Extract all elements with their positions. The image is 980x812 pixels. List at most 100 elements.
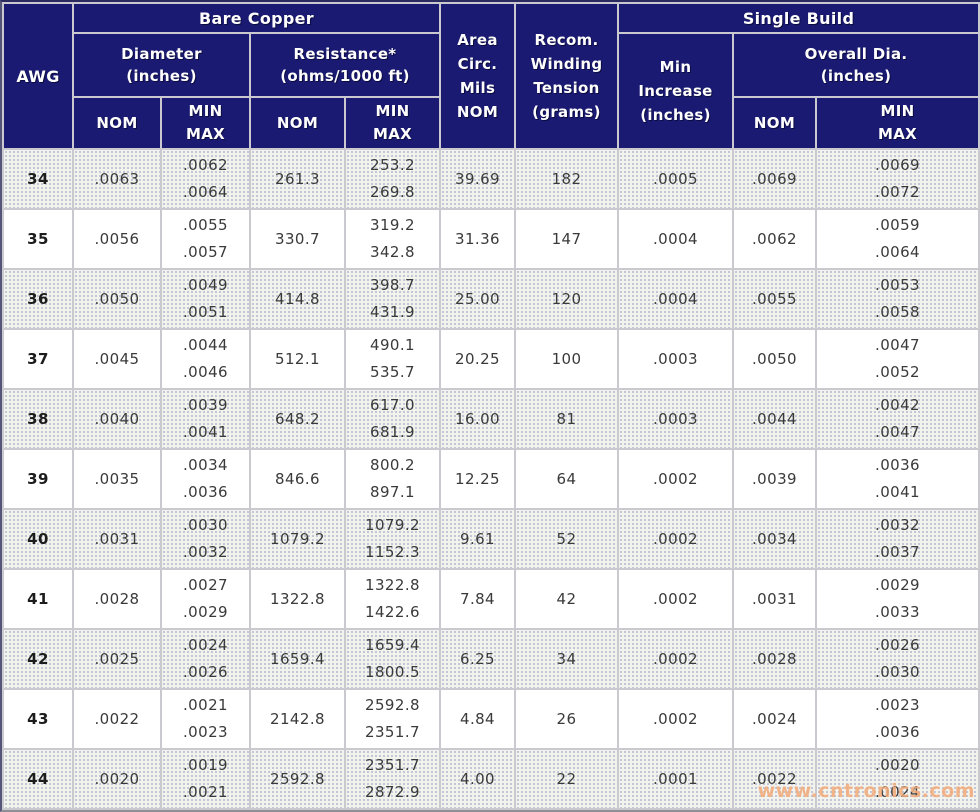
dia-minmax-value: .0062.0064 bbox=[162, 150, 249, 208]
dia-nom-value: .0028 bbox=[74, 570, 160, 628]
header-line: Area bbox=[441, 28, 514, 52]
dia-nom-value: .0031 bbox=[74, 510, 160, 568]
max-value: 431.9 bbox=[346, 299, 439, 326]
header-line: Increase bbox=[619, 79, 732, 103]
header-area-circ-mils: Area Circ. Mils NOM bbox=[441, 4, 514, 148]
res-minmax-value: 617.0681.9 bbox=[346, 390, 439, 448]
header-line: Winding bbox=[516, 52, 617, 76]
table-header: AWG Bare Copper Area Circ. Mils NOM Reco… bbox=[4, 4, 978, 148]
max-value: .0021 bbox=[162, 779, 249, 806]
min-increase-value: .0002 bbox=[619, 630, 732, 688]
min-value: .0026 bbox=[817, 632, 978, 659]
od-minmax-value: .0047.0052 bbox=[817, 330, 978, 388]
tension-value: 100 bbox=[516, 330, 617, 388]
min-value: .0047 bbox=[817, 332, 978, 359]
area-value: 9.61 bbox=[441, 510, 514, 568]
tension-value: 34 bbox=[516, 630, 617, 688]
min-value: .0021 bbox=[162, 692, 249, 719]
od-minmax-value: .0053.0058 bbox=[817, 270, 978, 328]
min-value: 1659.4 bbox=[346, 632, 439, 659]
od-minmax-value: .0026.0030 bbox=[817, 630, 978, 688]
max-value: .0051 bbox=[162, 299, 249, 326]
header-line: Resistance* bbox=[251, 43, 439, 65]
res-nom-value: 2592.8 bbox=[251, 750, 344, 808]
area-value: 20.25 bbox=[441, 330, 514, 388]
header-line: MIN bbox=[817, 100, 978, 123]
res-nom-value: 1079.2 bbox=[251, 510, 344, 568]
area-value: 16.00 bbox=[441, 390, 514, 448]
max-value: 681.9 bbox=[346, 419, 439, 446]
od-minmax-value: .0036.0041 bbox=[817, 450, 978, 508]
dia-minmax-value: .0044.0046 bbox=[162, 330, 249, 388]
od-nom-value: .0024 bbox=[734, 690, 815, 748]
max-value: .0058 bbox=[817, 299, 978, 326]
min-value: .0027 bbox=[162, 572, 249, 599]
res-minmax-value: 800.2897.1 bbox=[346, 450, 439, 508]
res-minmax-value: 2351.72872.9 bbox=[346, 750, 439, 808]
min-value: .0019 bbox=[162, 752, 249, 779]
dia-minmax-value: .0034.0036 bbox=[162, 450, 249, 508]
min-value: .0053 bbox=[817, 272, 978, 299]
max-value: .0041 bbox=[162, 419, 249, 446]
max-value: 1800.5 bbox=[346, 659, 439, 686]
od-nom-value: .0044 bbox=[734, 390, 815, 448]
max-value: .0047 bbox=[817, 419, 978, 446]
table-row: 43 .0022 .0021.0023 2142.8 2592.82351.7 … bbox=[4, 690, 978, 748]
min-value: 1322.8 bbox=[346, 572, 439, 599]
table-row: 38 .0040 .0039.0041 648.2 617.0681.9 16.… bbox=[4, 390, 978, 448]
res-minmax-value: 1322.81422.6 bbox=[346, 570, 439, 628]
area-value: 12.25 bbox=[441, 450, 514, 508]
res-minmax-value: 490.1535.7 bbox=[346, 330, 439, 388]
wire-gauge-table: AWG Bare Copper Area Circ. Mils NOM Reco… bbox=[0, 0, 980, 812]
dia-minmax-value: .0024.0026 bbox=[162, 630, 249, 688]
od-nom-value: .0039 bbox=[734, 450, 815, 508]
tension-value: 120 bbox=[516, 270, 617, 328]
dia-nom-value: .0050 bbox=[74, 270, 160, 328]
od-nom-value: .0062 bbox=[734, 210, 815, 268]
header-line: Circ. bbox=[441, 52, 514, 76]
area-value: 4.00 bbox=[441, 750, 514, 808]
max-value: 2872.9 bbox=[346, 779, 439, 806]
dia-nom-value: .0025 bbox=[74, 630, 160, 688]
od-minmax-value: .0029.0033 bbox=[817, 570, 978, 628]
res-minmax-value: 253.2269.8 bbox=[346, 150, 439, 208]
min-increase-value: .0002 bbox=[619, 450, 732, 508]
max-value: .0029 bbox=[162, 599, 249, 626]
table-row: 35 .0056 .0055.0057 330.7 319.2342.8 31.… bbox=[4, 210, 978, 268]
min-value: .0029 bbox=[817, 572, 978, 599]
header-line: MAX bbox=[346, 123, 439, 146]
dia-minmax-value: .0049.0051 bbox=[162, 270, 249, 328]
header-min-increase: Min Increase (inches) bbox=[619, 34, 732, 148]
min-value: .0024 bbox=[162, 632, 249, 659]
dia-minmax-value: .0055.0057 bbox=[162, 210, 249, 268]
tension-value: 182 bbox=[516, 150, 617, 208]
min-value: 1079.2 bbox=[346, 512, 439, 539]
awg-value: 44 bbox=[4, 750, 72, 808]
header-line: MIN bbox=[346, 100, 439, 123]
min-value: .0059 bbox=[817, 212, 978, 239]
max-value: .0064 bbox=[817, 239, 978, 266]
min-value: .0044 bbox=[162, 332, 249, 359]
dia-nom-value: .0035 bbox=[74, 450, 160, 508]
max-value: .0023 bbox=[162, 719, 249, 746]
header-line: (grams) bbox=[516, 100, 617, 124]
table-row: 44 .0020 .0019.0021 2592.8 2351.72872.9 … bbox=[4, 750, 978, 808]
od-nom-value: .0031 bbox=[734, 570, 815, 628]
od-nom-value: .0028 bbox=[734, 630, 815, 688]
header-line: (inches) bbox=[734, 65, 978, 87]
res-nom-value: 1659.4 bbox=[251, 630, 344, 688]
header-line: Overall Dia. bbox=[734, 43, 978, 65]
header-line: MAX bbox=[817, 123, 978, 146]
dia-minmax-value: .0019.0021 bbox=[162, 750, 249, 808]
header-overall-dia: Overall Dia. (inches) bbox=[734, 34, 978, 96]
dia-minmax-value: .0021.0023 bbox=[162, 690, 249, 748]
max-value: 897.1 bbox=[346, 479, 439, 506]
header-dia-nom: NOM bbox=[74, 98, 160, 148]
tension-value: 147 bbox=[516, 210, 617, 268]
table-row: 34 .0063 .0062.0064 261.3 253.2269.8 39.… bbox=[4, 150, 978, 208]
res-nom-value: 846.6 bbox=[251, 450, 344, 508]
od-minmax-value: .0023.0036 bbox=[817, 690, 978, 748]
tension-value: 64 bbox=[516, 450, 617, 508]
res-nom-value: 512.1 bbox=[251, 330, 344, 388]
res-minmax-value: 398.7431.9 bbox=[346, 270, 439, 328]
